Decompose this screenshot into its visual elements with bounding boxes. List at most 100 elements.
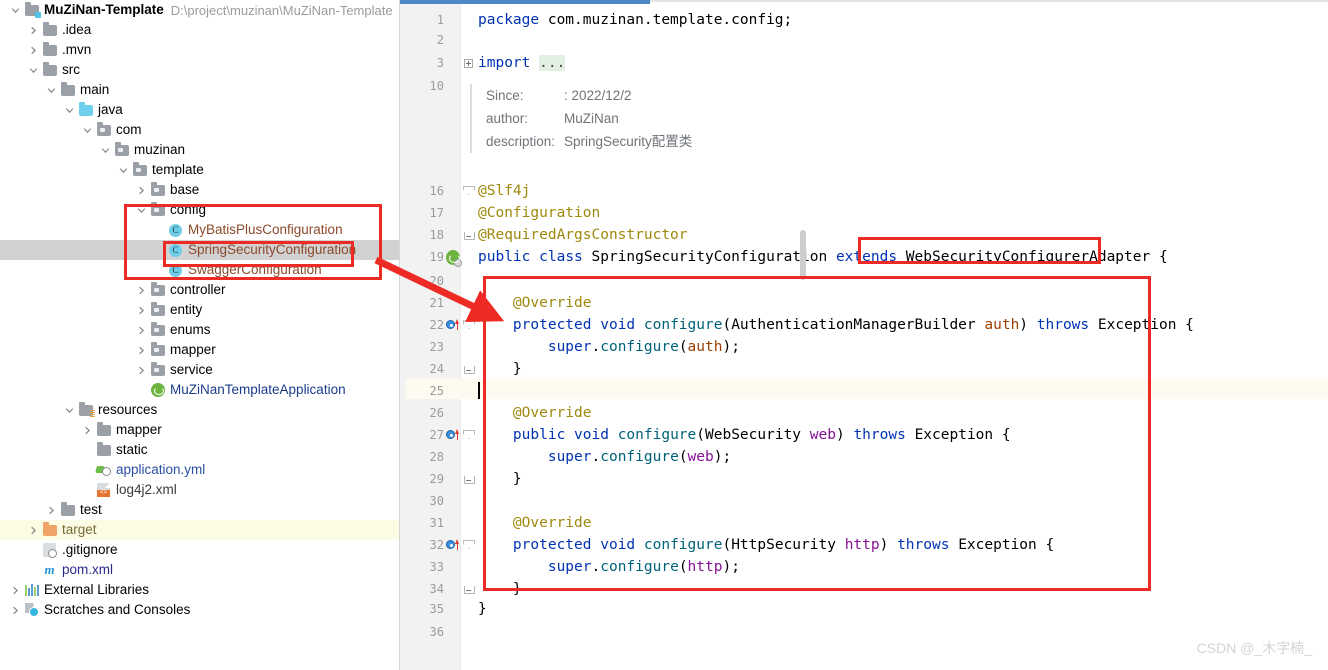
code-line[interactable]: public void configure(WebSecurity web) t…	[478, 425, 1011, 445]
chevron-down-icon[interactable]	[8, 6, 23, 15]
fold-collapse-icon[interactable]	[462, 425, 474, 445]
folder-gray-icon	[95, 441, 112, 456]
chevron-down-icon[interactable]	[62, 106, 77, 115]
tree-item-test[interactable]: test	[0, 500, 400, 520]
spring-bean-gutter-icon[interactable]	[446, 247, 462, 267]
tree-item-com[interactable]: com	[0, 120, 400, 140]
tree-item-controller[interactable]: controller	[0, 280, 400, 300]
overriding-method-gutter-icon[interactable]	[446, 315, 460, 335]
chevron-down-icon[interactable]	[80, 126, 95, 135]
chevron-right-icon[interactable]	[26, 26, 41, 35]
tree-item-template[interactable]: template	[0, 160, 400, 180]
code-line[interactable]: super.configure(auth);	[478, 337, 740, 357]
chevron-right-icon[interactable]	[26, 46, 41, 55]
tree-item-mybatisplusconfiguration[interactable]: C MyBatisPlusConfiguration	[0, 220, 400, 240]
tree-item-entity[interactable]: entity	[0, 300, 400, 320]
code-token: configure	[600, 339, 679, 355]
chevron-right-icon[interactable]	[134, 286, 149, 295]
chevron-down-icon[interactable]	[62, 406, 77, 415]
chevron-right-icon[interactable]	[8, 606, 23, 615]
chevron-right-icon[interactable]	[134, 186, 149, 195]
chevron-right-icon[interactable]	[134, 346, 149, 355]
project-tool-window[interactable]: MuZiNan-Template D:\project\muzinan\MuZiN…	[0, 0, 400, 670]
code-line[interactable]: import ...	[478, 53, 566, 73]
fold-region-end-icon[interactable]	[462, 469, 475, 489]
code-line[interactable]: protected void configure(AuthenticationM…	[478, 315, 1194, 335]
code-line[interactable]: }	[478, 469, 522, 489]
fold-region-end-icon[interactable]	[462, 359, 475, 379]
code-line[interactable]: package com.muzinan.template.config;	[478, 10, 792, 30]
code-token: )	[1019, 317, 1037, 333]
tree-item-gitignore[interactable]: .gitignore	[0, 540, 400, 560]
code-line[interactable]: @Override	[478, 403, 592, 423]
chevron-down-icon[interactable]	[116, 166, 131, 175]
tree-item-src[interactable]: src	[0, 60, 400, 80]
code-line[interactable]: super.configure(http);	[478, 557, 740, 577]
chevron-down-icon[interactable]	[44, 86, 59, 95]
chevron-down-icon[interactable]	[26, 66, 41, 75]
tree-item-pom-xml[interactable]: m pom.xml	[0, 560, 400, 580]
folded-imports-placeholder[interactable]: ...	[539, 55, 566, 71]
fold-region-end-icon[interactable]	[462, 225, 475, 245]
overriding-method-gutter-icon[interactable]	[446, 535, 460, 555]
tree-item-muzinan[interactable]: muzinan	[0, 140, 400, 160]
tree-item-swaggerconfiguration[interactable]: C SwaggerConfiguration	[0, 260, 400, 280]
code-token: );	[722, 559, 740, 575]
chevron-right-icon[interactable]	[80, 426, 95, 435]
tree-item-mapper[interactable]: mapper	[0, 420, 400, 440]
code-token: class	[539, 249, 583, 265]
code-line[interactable]: @RequiredArgsConstructor	[478, 225, 688, 245]
tree-item-application-yml[interactable]: application.yml	[0, 460, 400, 480]
chevron-right-icon[interactable]	[44, 506, 59, 515]
tree-item-java[interactable]: java	[0, 100, 400, 120]
tree-item-config[interactable]: config	[0, 200, 400, 220]
chevron-right-icon[interactable]	[134, 366, 149, 375]
chevron-right-icon[interactable]	[8, 586, 23, 595]
code-line[interactable]: }	[478, 579, 522, 599]
tree-item-idea[interactable]: .idea	[0, 20, 400, 40]
fold-collapse-icon[interactable]	[462, 315, 474, 335]
fold-collapse-icon[interactable]	[462, 181, 474, 201]
code-line[interactable]: @Override	[478, 293, 592, 313]
fold-expand-icon[interactable]	[462, 53, 474, 73]
chevron-down-icon[interactable]	[134, 206, 149, 215]
tree-item-static[interactable]: static	[0, 440, 400, 460]
tree-item-target[interactable]: target	[0, 520, 400, 540]
code-line[interactable]: @Configuration	[478, 203, 600, 223]
tree-item-enums[interactable]: enums	[0, 320, 400, 340]
line-number: 35	[429, 602, 444, 616]
tree-item-scratches-and-consoles[interactable]: Scratches and Consoles	[0, 600, 400, 620]
sidebar-scrollbar-thumb[interactable]	[800, 230, 806, 280]
code-line[interactable]: protected void configure(HttpSecurity ht…	[478, 535, 1054, 555]
code-line[interactable]: super.configure(web);	[478, 447, 731, 467]
chevron-down-icon[interactable]	[98, 146, 113, 155]
tree-item-muzinantemplateapplication[interactable]: MuZiNanTemplateApplication	[0, 380, 400, 400]
tree-item-external-libraries[interactable]: External Libraries	[0, 580, 400, 600]
fold-region-end-icon[interactable]	[462, 579, 475, 599]
tree-item-mapper[interactable]: mapper	[0, 340, 400, 360]
tree-item-base[interactable]: base	[0, 180, 400, 200]
code-line[interactable]: @Slf4j	[478, 181, 530, 201]
code-line[interactable]: public class SpringSecurityConfiguration…	[478, 247, 1168, 267]
sidebar-scrollbar-track[interactable]	[400, 0, 806, 670]
code-line[interactable]: }	[478, 359, 522, 379]
chevron-right-icon[interactable]	[26, 526, 41, 535]
code-line[interactable]: @Override	[478, 513, 592, 533]
code-line[interactable]: }	[478, 599, 487, 619]
tree-item-mvn[interactable]: .mvn	[0, 40, 400, 60]
tree-item-log4j2-xml[interactable]: log4j2.xml	[0, 480, 400, 500]
tree-item-service[interactable]: service	[0, 360, 400, 380]
code-token: SpringSecurityConfiguration	[582, 249, 836, 265]
overriding-method-gutter-icon[interactable]	[446, 425, 460, 445]
tree-item-main[interactable]: main	[0, 80, 400, 100]
chevron-right-icon[interactable]	[134, 326, 149, 335]
tree-item-springsecurityconfiguration[interactable]: C SpringSecurityConfiguration	[0, 240, 400, 260]
code-editor[interactable]: 1 package com.muzinan.template.config; 2 3 i…	[400, 0, 1328, 670]
chevron-right-icon[interactable]	[134, 306, 149, 315]
tree-item-resources[interactable]: resources	[0, 400, 400, 420]
project-tree[interactable]: MuZiNan-Template D:\project\muzinan\MuZiN…	[0, 0, 400, 620]
tree-item-muzinan-template[interactable]: MuZiNan-Template D:\project\muzinan\MuZiN…	[0, 0, 400, 20]
fold-collapse-icon[interactable]	[462, 535, 474, 555]
